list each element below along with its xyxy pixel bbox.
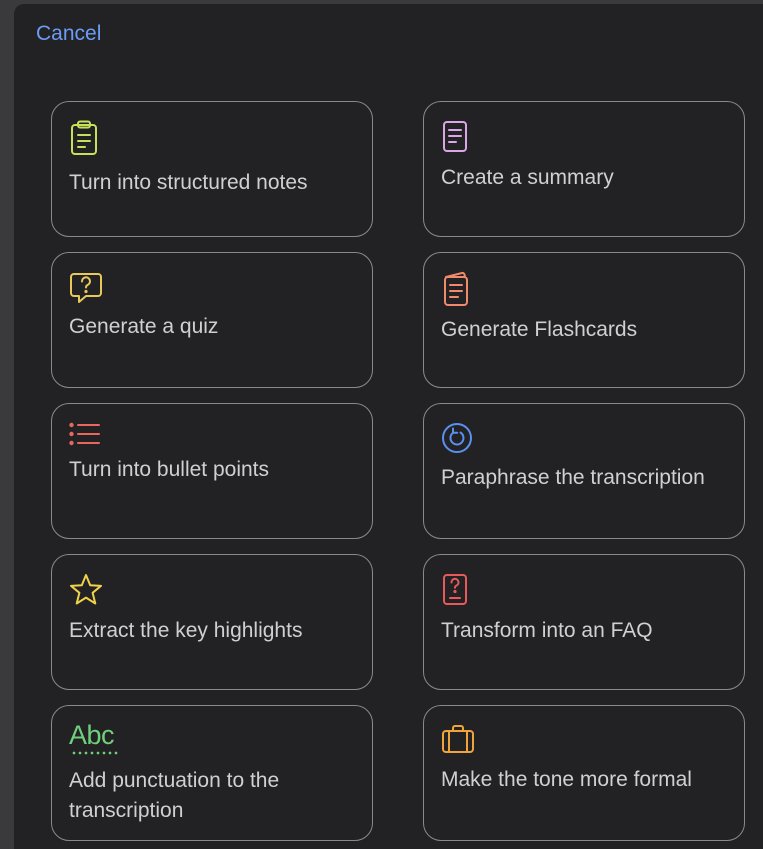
abc-underline-dots (71, 751, 119, 755)
action-label: Turn into structured notes (69, 171, 308, 194)
action-card-paraphrase[interactable]: Paraphrase the transcription (423, 403, 745, 539)
action-label: Create a summary (441, 166, 614, 189)
action-grid: Turn into structured notes Create a summ… (51, 101, 745, 841)
question-doc-icon (441, 573, 473, 609)
action-card-flashcards[interactable]: Generate Flashcards (423, 252, 745, 388)
action-card-faq[interactable]: Transform into an FAQ (423, 554, 745, 690)
abc-spellcheck-icon: Abc (69, 720, 115, 750)
action-label: Turn into bullet points (69, 458, 270, 481)
action-label: Extract the key highlights (69, 619, 303, 642)
action-label: Generate Flashcards (441, 318, 638, 341)
action-label: Add punctuation to the transcription (69, 769, 280, 822)
clipboard-icon (69, 120, 101, 156)
action-sheet: Cancel Turn into structured notes Create… (14, 4, 763, 849)
flashcards-icon (441, 271, 473, 307)
action-card-summary[interactable]: Create a summary (423, 101, 745, 237)
list-icon (69, 422, 101, 458)
cancel-button[interactable]: Cancel (36, 22, 101, 46)
action-label: Transform into an FAQ (441, 619, 653, 642)
document-icon (441, 120, 473, 156)
action-card-punctuation[interactable]: Abc Add punctuation to the transcription (51, 705, 373, 841)
action-label: Paraphrase the transcription (441, 466, 705, 489)
star-icon (69, 573, 102, 609)
briefcase-icon (441, 724, 474, 760)
refresh-circle-icon (441, 422, 473, 458)
action-card-key-highlights[interactable]: Extract the key highlights (51, 554, 373, 690)
action-label: Make the tone more formal (441, 768, 692, 791)
action-card-quiz[interactable]: Generate a quiz (51, 252, 373, 388)
action-label: Generate a quiz (69, 315, 219, 338)
question-bubble-icon (69, 271, 102, 307)
action-card-structured-notes[interactable]: Turn into structured notes (51, 101, 373, 237)
action-card-bullet-points[interactable]: Turn into bullet points (51, 403, 373, 539)
action-card-formal-tone[interactable]: Make the tone more formal (423, 705, 745, 841)
